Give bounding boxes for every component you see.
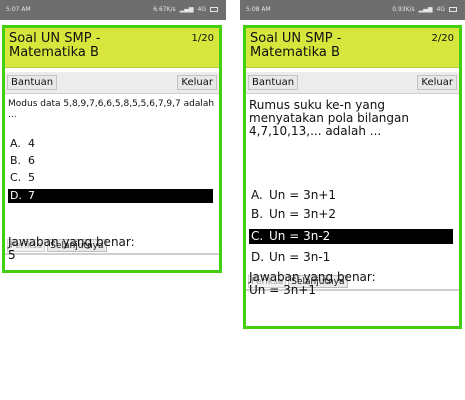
battery-icon bbox=[210, 7, 218, 12]
status-right: 0.93K/s ▂▄▆ 4G bbox=[392, 6, 457, 13]
battery-icon bbox=[449, 7, 457, 12]
network-speed: 6.67K/s bbox=[153, 6, 176, 13]
network-speed: 0.93K/s bbox=[392, 6, 415, 13]
quiz-card: Soal UN SMP - Matematika B 1/20 Bantuan … bbox=[2, 25, 222, 273]
option-a[interactable]: A. 4 bbox=[8, 137, 213, 151]
option-c[interactable]: C. Un = 3n-2 bbox=[249, 229, 453, 244]
quiz-header: Soal UN SMP - Matematika B 1/20 bbox=[5, 28, 219, 68]
status-time: 5:08 AM bbox=[246, 6, 271, 13]
quiz-toolbar: Bantuan Keluar bbox=[246, 72, 459, 94]
answer-label: Jawaban yang benar: bbox=[8, 235, 135, 249]
option-letter: C. bbox=[251, 229, 264, 243]
question-box: Rumus suku ke-n yang menyatakan pola bil… bbox=[246, 95, 459, 291]
answer-block: Jawaban yang benar: Un = 3n+1 bbox=[249, 271, 456, 297]
option-text: 4 bbox=[28, 137, 35, 150]
option-letter: D. bbox=[10, 189, 22, 202]
quiz-title: Soal UN SMP - Matematika B bbox=[250, 31, 342, 60]
answer-value: Un = 3n+1 bbox=[249, 283, 317, 297]
signal-icon: ▂▄▆ bbox=[179, 6, 194, 13]
option-text: 7 bbox=[28, 189, 35, 202]
signal-icon: ▂▄▆ bbox=[418, 6, 433, 13]
quiz-toolbar: Bantuan Keluar bbox=[5, 72, 219, 94]
status-right: 6.67K/s ▂▄▆ 4G bbox=[153, 6, 218, 13]
option-text: 5 bbox=[28, 171, 35, 184]
question-counter: 2/20 bbox=[431, 33, 454, 44]
exit-button[interactable]: Keluar bbox=[417, 75, 457, 90]
network-type: 4G bbox=[197, 6, 206, 13]
option-letter: B. bbox=[10, 154, 22, 167]
answer-block: Jawaban yang benar: 5 bbox=[8, 236, 216, 262]
help-button[interactable]: Bantuan bbox=[7, 75, 58, 90]
option-letter: C. bbox=[10, 171, 22, 184]
screenshot-root: 5:07 AM 6.67K/s ▂▄▆ 4G Soal UN SMP - Mat… bbox=[0, 0, 465, 400]
status-bar: 5:08 AM 0.93K/s ▂▄▆ 4G bbox=[240, 0, 465, 20]
option-text: Un = 3n+2 bbox=[269, 207, 337, 221]
network-type: 4G bbox=[436, 6, 445, 13]
option-text: Un = 3n-2 bbox=[269, 229, 331, 243]
option-b[interactable]: B. 6 bbox=[8, 154, 213, 168]
answer-value: 5 bbox=[8, 248, 16, 262]
option-b[interactable]: B. Un = 3n+2 bbox=[249, 207, 453, 222]
phone-screen-left: 5:07 AM 6.67K/s ▂▄▆ 4G Soal UN SMP - Mat… bbox=[0, 0, 226, 400]
option-letter: D. bbox=[251, 250, 265, 264]
option-text: Un = 3n+1 bbox=[269, 188, 337, 202]
quiz-title: Soal UN SMP - Matematika B bbox=[9, 31, 101, 60]
phone-screen-right: 5:08 AM 0.93K/s ▂▄▆ 4G Soal UN SMP - Mat… bbox=[240, 0, 465, 400]
option-text: 6 bbox=[28, 154, 35, 167]
quiz-card: Soal UN SMP - Matematika B 2/20 Bantuan … bbox=[243, 25, 462, 329]
question-counter: 1/20 bbox=[191, 33, 214, 44]
question-box: Modus data 5,8,9,7,6,6,5,8,5,5,6,7,9,7 a… bbox=[5, 95, 219, 255]
option-c[interactable]: C. 5 bbox=[8, 171, 213, 185]
question-text: Rumus suku ke-n yang menyatakan pola bil… bbox=[249, 98, 409, 138]
option-letter: A. bbox=[251, 188, 263, 202]
option-d[interactable]: D. 7 bbox=[8, 189, 213, 203]
quiz-header: Soal UN SMP - Matematika B 2/20 bbox=[246, 28, 459, 68]
option-letter: A. bbox=[10, 137, 21, 150]
help-button[interactable]: Bantuan bbox=[248, 75, 299, 90]
status-time: 5:07 AM bbox=[6, 6, 31, 13]
option-a[interactable]: A. Un = 3n+1 bbox=[249, 188, 453, 203]
exit-button[interactable]: Keluar bbox=[177, 75, 217, 90]
question-text: Modus data 5,8,9,7,6,6,5,8,5,5,6,7,9,7 a… bbox=[8, 99, 215, 120]
option-d[interactable]: D. Un = 3n-1 bbox=[249, 250, 453, 265]
status-bar: 5:07 AM 6.67K/s ▂▄▆ 4G bbox=[0, 0, 226, 20]
option-text: Un = 3n-1 bbox=[269, 250, 331, 264]
option-letter: B. bbox=[251, 207, 264, 221]
